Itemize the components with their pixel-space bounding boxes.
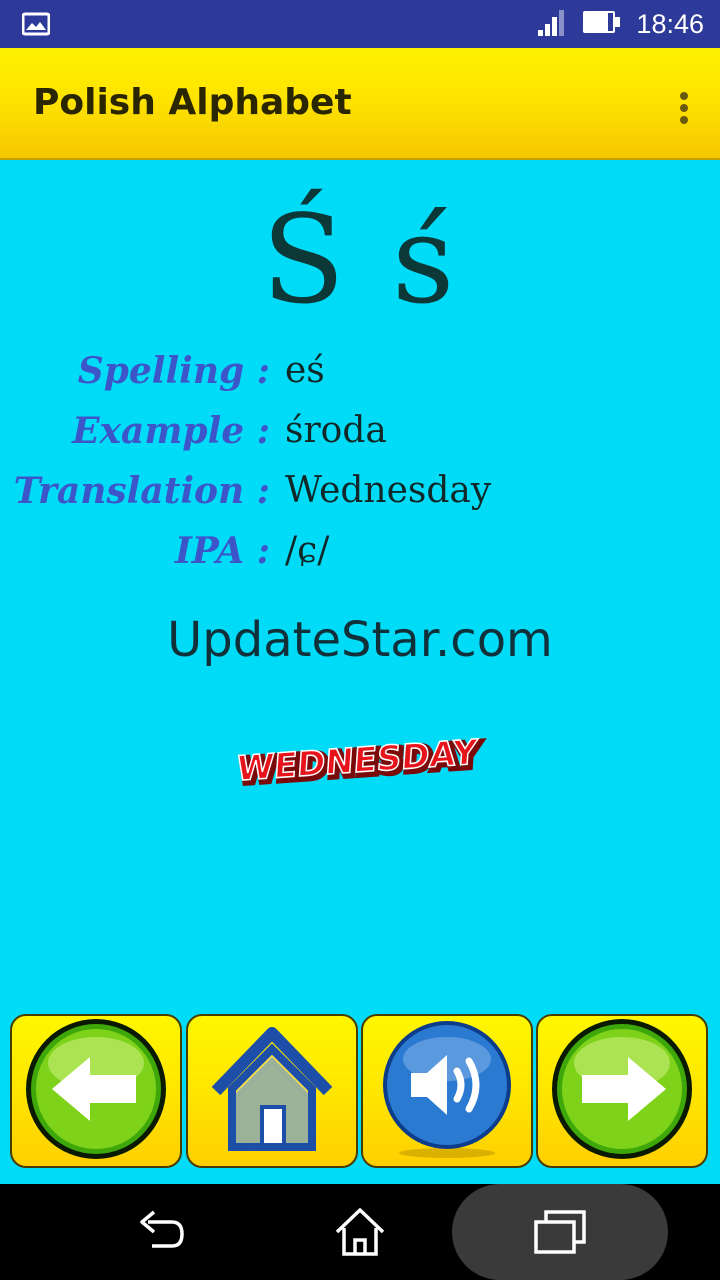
battery-icon [582, 8, 622, 40]
previous-button[interactable] [10, 1014, 182, 1168]
next-button[interactable] [536, 1014, 708, 1168]
spelling-label: Spelling : [77, 350, 270, 392]
translation-label: Translation : [13, 470, 270, 512]
status-time: 18:46 [636, 8, 704, 39]
signal-icon [536, 6, 568, 42]
app-bar: Polish Alphabet [0, 48, 720, 160]
status-bar: 18:46 [0, 0, 720, 48]
translation-value: Wednesday [285, 470, 492, 511]
example-row: Example : środa [0, 410, 720, 464]
example-value: środa [285, 410, 387, 451]
spelling-value: eś [285, 350, 325, 391]
home-button[interactable] [186, 1014, 358, 1168]
example-label: Example : [72, 410, 270, 452]
spelling-row: Spelling : eś [0, 350, 720, 404]
ipa-value: /ɕ/ [285, 530, 330, 571]
speaker-icon [377, 1019, 517, 1163]
translation-row: Translation : Wednesday [0, 470, 720, 524]
arrow-left-icon [24, 1017, 168, 1165]
word-art-image: WEDNESDAY WEDNESDAY [212, 722, 502, 796]
overflow-menu-icon[interactable] [678, 92, 690, 128]
home-icon [202, 1019, 342, 1163]
gallery-notification-icon [21, 12, 51, 40]
back-icon[interactable] [134, 1206, 186, 1262]
ipa-row: IPA : /ɕ/ [0, 530, 720, 584]
bottom-button-bar [0, 1012, 720, 1172]
recents-icon[interactable] [532, 1206, 588, 1262]
watermark-text: UpdateStar.com [167, 612, 553, 668]
home-icon[interactable] [333, 1206, 387, 1262]
system-nav-bar [0, 1184, 720, 1280]
speaker-button[interactable] [361, 1014, 533, 1168]
svg-text:WEDNESDAY: WEDNESDAY [235, 733, 479, 790]
ipa-label: IPA : [174, 530, 270, 572]
app-title: Polish Alphabet [33, 82, 352, 123]
arrow-right-icon [550, 1017, 694, 1165]
letter-display: Ś ś [261, 189, 459, 331]
